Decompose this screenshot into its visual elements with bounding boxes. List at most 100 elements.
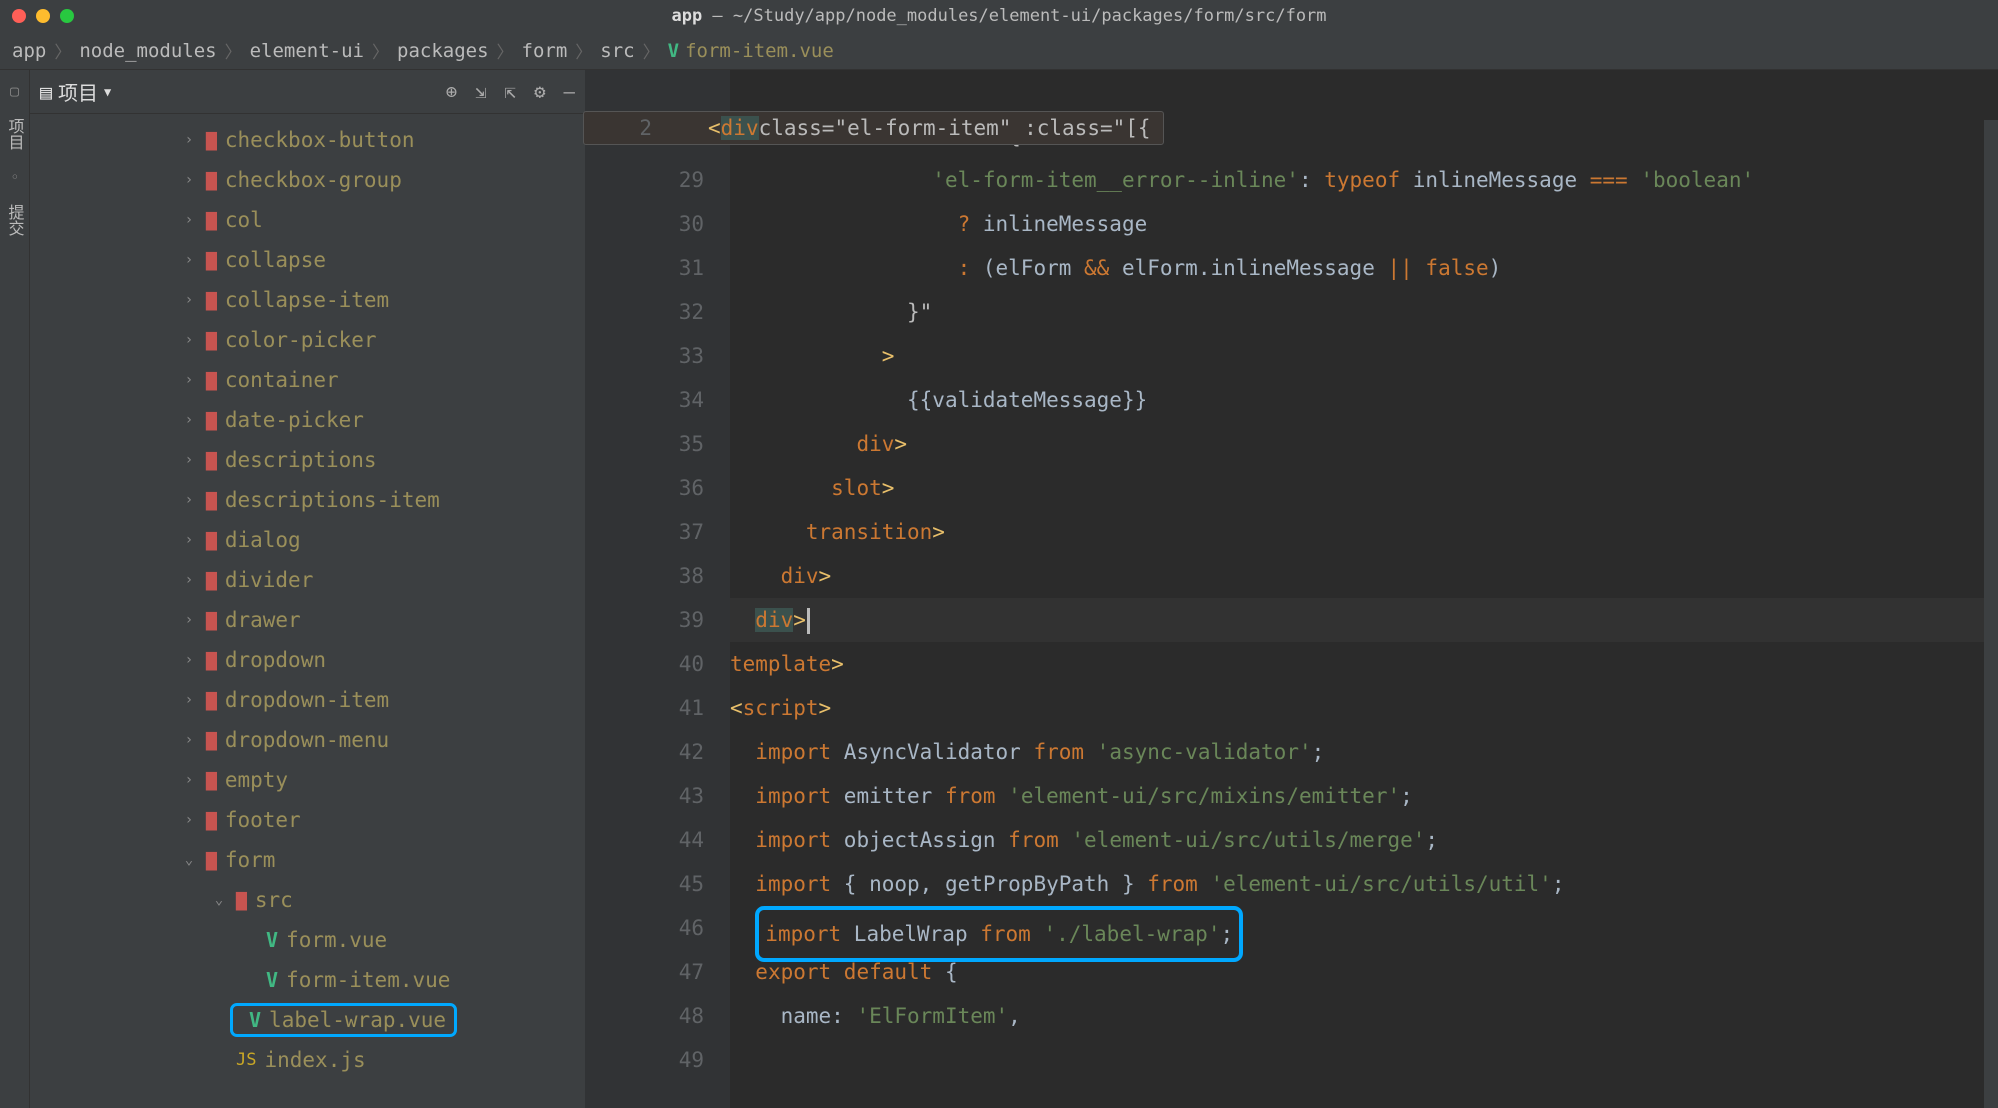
project-view-selector[interactable]: ▤ 项目 ▼ <box>40 77 111 106</box>
code-line[interactable] <box>730 1038 1998 1082</box>
code-content[interactable]: :class="{ 'el-form-item__error--inline':… <box>730 70 1998 1108</box>
tree-item-dialog[interactable]: ›▇dialog <box>30 520 585 560</box>
commit-icon[interactable]: ◦ <box>5 167 24 186</box>
code-line[interactable]: import objectAssign from 'element-ui/src… <box>730 818 1998 862</box>
tree-item-descriptions-item[interactable]: ›▇descriptions-item <box>30 480 585 520</box>
code-line[interactable]: transition> <box>730 510 1998 554</box>
tree-item-collapse[interactable]: ›▇collapse <box>30 240 585 280</box>
line-number[interactable]: 38 <box>585 554 704 598</box>
line-number[interactable]: 31 <box>585 246 704 290</box>
tree-item-dropdown-item[interactable]: ›▇dropdown-item <box>30 680 585 720</box>
line-number[interactable]: 29 <box>585 158 704 202</box>
expand-arrow-icon[interactable]: ⌄ <box>210 892 228 908</box>
tree-item-label-wrap.vue[interactable]: Vlabel-wrap.vue <box>30 1000 585 1040</box>
line-number[interactable]: 32 <box>585 290 704 334</box>
tree-item-divider[interactable]: ›▇divider <box>30 560 585 600</box>
breadcrumb-item[interactable]: element-ui <box>250 40 364 62</box>
code-line[interactable]: <script> <box>730 686 1998 730</box>
target-icon[interactable]: ⊕ <box>446 81 457 103</box>
line-number[interactable]: 39 <box>585 598 704 642</box>
expand-arrow-icon[interactable]: › <box>180 812 198 828</box>
code-line[interactable]: export default { <box>730 950 1998 994</box>
line-number[interactable]: 45 <box>585 862 704 906</box>
tree-item-color-picker[interactable]: ›▇color-picker <box>30 320 585 360</box>
expand-arrow-icon[interactable]: › <box>180 732 198 748</box>
maximize-window-button[interactable] <box>60 9 74 23</box>
expand-arrow-icon[interactable]: › <box>180 452 198 468</box>
collapse-icon[interactable]: ⇱ <box>505 81 516 103</box>
tree-item-dropdown[interactable]: ›▇dropdown <box>30 640 585 680</box>
expand-arrow-icon[interactable]: › <box>180 132 198 148</box>
tree-item-src[interactable]: ⌄▇src <box>30 880 585 920</box>
expand-arrow-icon[interactable]: › <box>180 252 198 268</box>
expand-arrow-icon[interactable]: › <box>180 212 198 228</box>
code-line[interactable]: div> <box>730 422 1998 466</box>
line-number[interactable]: 34 <box>585 378 704 422</box>
tree-item-footer[interactable]: ›▇footer <box>30 800 585 840</box>
minimize-window-button[interactable] <box>36 9 50 23</box>
tree-item-empty[interactable]: ›▇empty <box>30 760 585 800</box>
expand-arrow-icon[interactable]: › <box>180 412 198 428</box>
breadcrumb-item[interactable]: form <box>522 40 568 62</box>
tree-item-descriptions[interactable]: ›▇descriptions <box>30 440 585 480</box>
file-tree[interactable]: ›▇checkbox-button›▇checkbox-group›▇col›▇… <box>30 114 585 1108</box>
line-number[interactable]: 41 <box>585 686 704 730</box>
expand-arrow-icon[interactable]: ⌄ <box>180 852 198 868</box>
code-line[interactable]: import LabelWrap from './label-wrap'; <box>730 906 1998 950</box>
tree-item-dropdown-menu[interactable]: ›▇dropdown-menu <box>30 720 585 760</box>
code-line[interactable]: import emitter from 'element-ui/src/mixi… <box>730 774 1998 818</box>
expand-arrow-icon[interactable]: › <box>180 172 198 188</box>
code-line[interactable]: > <box>730 334 1998 378</box>
editor-scrollbar[interactable] <box>1984 120 1998 1108</box>
expand-arrow-icon[interactable]: › <box>180 572 198 588</box>
tree-item-col[interactable]: ›▇col <box>30 200 585 240</box>
tool-tab-commit[interactable]: 提交 <box>3 204 27 236</box>
tree-item-form-item.vue[interactable]: Vform-item.vue <box>30 960 585 1000</box>
tree-item-index.js[interactable]: JSindex.js <box>30 1040 585 1080</box>
gear-icon[interactable]: ⚙ <box>534 81 545 103</box>
tree-item-drawer[interactable]: ›▇drawer <box>30 600 585 640</box>
breadcrumb-file[interactable]: form-item.vue <box>685 40 834 62</box>
expand-arrow-icon[interactable]: › <box>180 372 198 388</box>
expand-arrow-icon[interactable]: › <box>180 292 198 308</box>
line-number[interactable]: 49 <box>585 1038 704 1082</box>
code-line[interactable]: {{validateMessage}} <box>730 378 1998 422</box>
breadcrumb-item[interactable]: node_modules <box>79 40 216 62</box>
code-line[interactable]: 'el-form-item__error--inline': typeof in… <box>730 158 1998 202</box>
tree-item-collapse-item[interactable]: ›▇collapse-item <box>30 280 585 320</box>
expand-arrow-icon[interactable]: › <box>180 612 198 628</box>
expand-arrow-icon[interactable]: › <box>180 772 198 788</box>
line-number[interactable]: 36 <box>585 466 704 510</box>
breadcrumb-item[interactable]: packages <box>397 40 489 62</box>
tree-item-form.vue[interactable]: Vform.vue <box>30 920 585 960</box>
expand-icon[interactable]: ⇲ <box>475 81 486 103</box>
tree-item-form[interactable]: ⌄▇form <box>30 840 585 880</box>
expand-arrow-icon[interactable]: › <box>180 492 198 508</box>
tree-item-date-picker[interactable]: ›▇date-picker <box>30 400 585 440</box>
breadcrumb-item[interactable]: app <box>12 40 46 62</box>
code-line[interactable]: slot> <box>730 466 1998 510</box>
line-number[interactable]: 46 <box>585 906 704 950</box>
expand-arrow-icon[interactable]: › <box>180 652 198 668</box>
line-number[interactable]: 30 <box>585 202 704 246</box>
expand-arrow-icon[interactable]: › <box>180 692 198 708</box>
code-line[interactable]: div> <box>730 598 1998 642</box>
tree-item-container[interactable]: ›▇container <box>30 360 585 400</box>
tool-window-icon[interactable]: ▢ <box>10 82 19 100</box>
code-line[interactable]: name: 'ElFormItem', <box>730 994 1998 1038</box>
line-number[interactable]: 42 <box>585 730 704 774</box>
expand-arrow-icon[interactable]: › <box>180 332 198 348</box>
code-line[interactable]: import AsyncValidator from 'async-valida… <box>730 730 1998 774</box>
sticky-scroll-line[interactable]: 2 <div class="el-form-item" :class="[{ <box>583 111 1164 145</box>
line-number[interactable]: 43 <box>585 774 704 818</box>
tree-item-checkbox-group[interactable]: ›▇checkbox-group <box>30 160 585 200</box>
close-window-button[interactable] <box>12 9 26 23</box>
line-number[interactable]: 33 <box>585 334 704 378</box>
code-line[interactable]: ? inlineMessage <box>730 202 1998 246</box>
hide-icon[interactable]: — <box>564 81 575 103</box>
line-number[interactable]: 47 <box>585 950 704 994</box>
tree-item-checkbox-button[interactable]: ›▇checkbox-button <box>30 120 585 160</box>
code-line[interactable]: : (elForm && elForm.inlineMessage || fal… <box>730 246 1998 290</box>
line-number[interactable]: 35 <box>585 422 704 466</box>
code-line[interactable]: import { noop, getPropByPath } from 'ele… <box>730 862 1998 906</box>
